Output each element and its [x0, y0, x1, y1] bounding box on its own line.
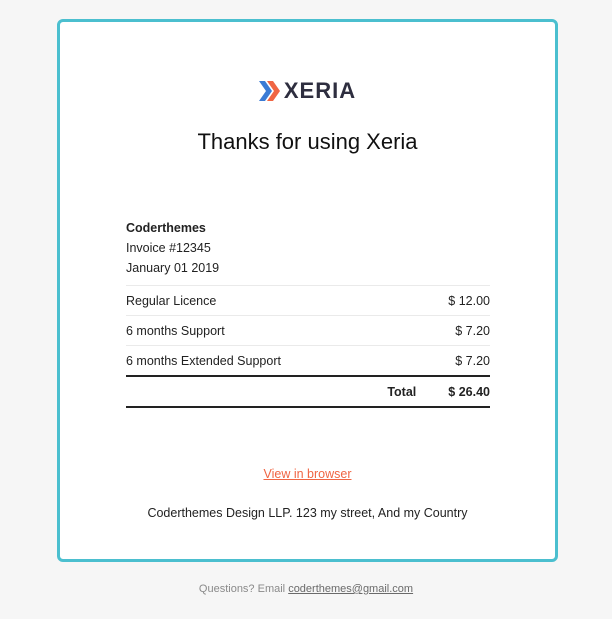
brand-name: XERIA	[283, 78, 357, 103]
item-price: $ 12.00	[448, 293, 490, 308]
company-address: Coderthemes Design LLP. 123 my street, A…	[147, 506, 468, 520]
xeria-logo-icon	[258, 81, 283, 101]
invoice-company: Coderthemes	[126, 221, 206, 235]
invoice-block: Coderthemes Invoice #12345 January 01 20…	[126, 218, 490, 408]
view-in-browser-wrap: View in browser	[60, 467, 555, 481]
invoice-total-row: Total $ 26.40	[126, 375, 490, 408]
item-name: 6 months Support	[126, 323, 225, 338]
email-card: XERIA Thanks for using Xeria Coderthemes…	[57, 19, 558, 562]
invoice-number: Invoice #12345	[126, 241, 211, 255]
invoice-items: Regular Licence $ 12.00 6 months Support…	[126, 285, 490, 408]
invoice-item-row: Regular Licence $ 12.00	[126, 285, 490, 315]
item-name: 6 months Extended Support	[126, 353, 281, 368]
view-in-browser-link[interactable]: View in browser	[263, 467, 351, 481]
item-price: $ 7.20	[455, 353, 490, 368]
total-value: $ 26.40	[448, 384, 490, 399]
invoice-item-row: 6 months Support $ 7.20	[126, 315, 490, 345]
invoice-date: January 01 2019	[126, 261, 220, 275]
footer-email-link[interactable]: coderthemes@gmail.com	[288, 583, 413, 595]
page-title: Thanks for using Xeria	[197, 129, 418, 154]
footer-text: Questions? Email	[198, 583, 286, 595]
footer: Questions? Email coderthemes@gmail.com	[0, 583, 612, 595]
item-price: $ 7.20	[455, 323, 490, 338]
item-name: Regular Licence	[126, 293, 217, 308]
brand-logo: XERIA	[60, 78, 555, 104]
invoice-item-row: 6 months Extended Support $ 7.20	[126, 345, 490, 375]
total-label: Total	[387, 384, 417, 399]
